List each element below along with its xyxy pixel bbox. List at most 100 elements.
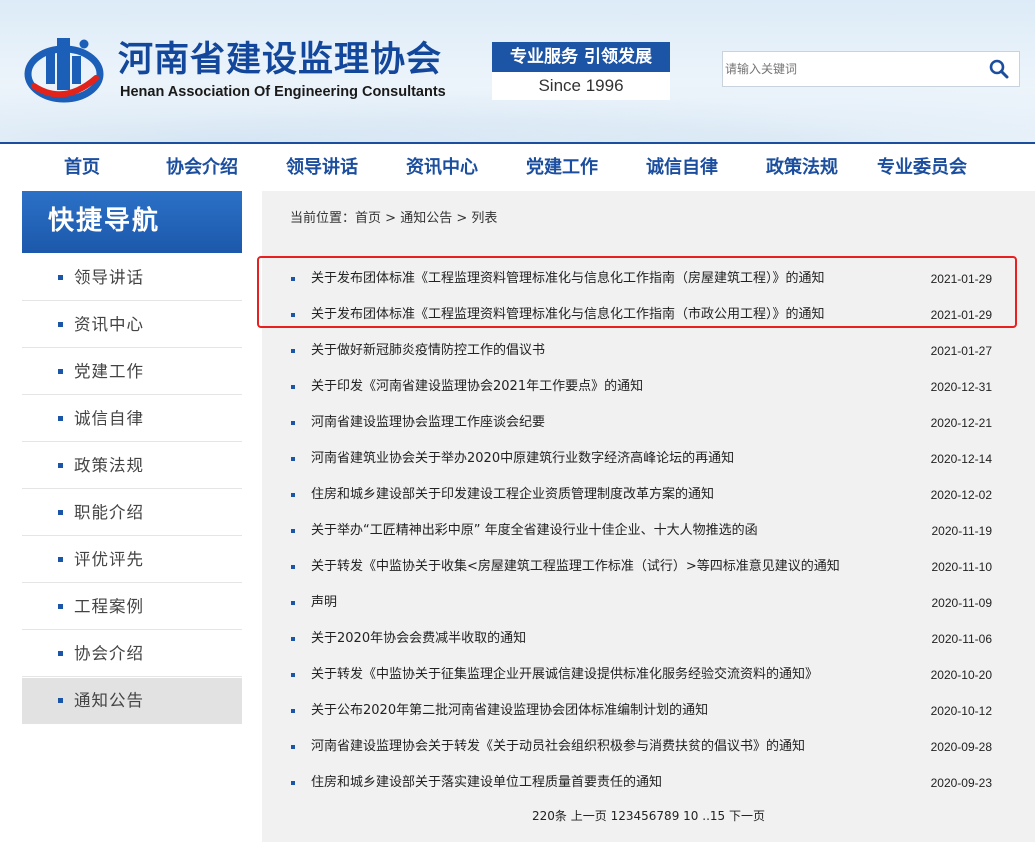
pagination-next[interactable]: 下一页	[729, 809, 765, 823]
list-item[interactable]: 住房和城乡建设部关于落实建设单位工程质量首要责任的通知 2020-09-23	[262, 765, 1035, 801]
breadcrumb-current: 列表	[471, 211, 498, 226]
pagination-page-10[interactable]: 10	[683, 809, 698, 823]
bullet-icon	[58, 322, 63, 327]
breadcrumb-separator: >	[381, 211, 401, 226]
sidebar-item-label: 政策法规	[74, 456, 144, 475]
nav-home[interactable]: 首页	[22, 144, 142, 190]
sidebar-item-label: 诚信自律	[74, 409, 144, 428]
content-panel: 当前位置：首页 > 通知公告 > 列表 关于发布团体标准《工程监理资料管理标准化…	[262, 191, 1035, 842]
list-item[interactable]: 关于印发《河南省建设监理协会2021年工作要点》的通知 2020-12-31	[262, 369, 1035, 405]
list-item[interactable]: 关于做好新冠肺炎疫情防控工作的倡议书 2021-01-27	[262, 333, 1035, 369]
pagination-last-page[interactable]: ..15	[702, 809, 725, 823]
list-item-date: 2020-12-02	[930, 488, 992, 502]
list-item[interactable]: 关于发布团体标准《工程监理资料管理标准化与信息化工作指南（市政公用工程）》的通知…	[262, 297, 1035, 333]
nav-party-work[interactable]: 党建工作	[502, 144, 622, 190]
pagination-page-9[interactable]: 9	[672, 809, 680, 823]
sidebar-item-party-work[interactable]: 党建工作	[22, 349, 242, 395]
since-text: Since 1996	[492, 72, 670, 100]
slogan-text: 专业服务 引领发展	[492, 42, 670, 72]
nav-news-center[interactable]: 资讯中心	[382, 144, 502, 190]
quick-nav-sidebar: 快捷导航 领导讲话 资讯中心 党建工作 诚信自律 政策法规 职能介绍 评优评先 …	[22, 191, 242, 724]
list-item-title[interactable]: 关于发布团体标准《工程监理资料管理标准化与信息化工作指南（房屋建筑工程）》的通知	[311, 261, 825, 297]
sidebar-item-news-center[interactable]: 资讯中心	[22, 302, 242, 348]
pagination-page-8[interactable]: 8	[664, 809, 672, 823]
nav-leader-speech[interactable]: 领导讲话	[262, 144, 382, 190]
list-item-title[interactable]: 关于发布团体标准《工程监理资料管理标准化与信息化工作指南（市政公用工程）》的通知	[311, 297, 825, 333]
list-item[interactable]: 关于转发《中监协关于收集<房屋建筑工程监理工作标准（试行）>等四标准意见建议的通…	[262, 549, 1035, 585]
list-item-date: 2020-11-10	[931, 560, 993, 574]
list-item[interactable]: 河南省建设监理协会监理工作座谈会纪要 2020-12-21	[262, 405, 1035, 441]
list-item-title[interactable]: 河南省建筑业协会关于举办2020中原建筑行业数字经济高峰论坛的再通知	[311, 441, 734, 477]
sidebar-item-functions[interactable]: 职能介绍	[22, 490, 242, 536]
list-item[interactable]: 关于2020年协会会费减半收取的通知 2020-11-06	[262, 621, 1035, 657]
list-item-title[interactable]: 住房和城乡建设部关于落实建设单位工程质量首要责任的通知	[311, 765, 662, 801]
bullet-icon	[291, 601, 295, 605]
list-item[interactable]: 河南省建筑业协会关于举办2020中原建筑行业数字经济高峰论坛的再通知 2020-1…	[262, 441, 1035, 477]
bullet-icon	[58, 698, 63, 703]
breadcrumb-home[interactable]: 首页	[355, 211, 381, 226]
bullet-icon	[291, 349, 295, 353]
nav-integrity[interactable]: 诚信自律	[622, 144, 742, 190]
bullet-icon	[291, 673, 295, 677]
sidebar-item-policy[interactable]: 政策法规	[22, 443, 242, 489]
list-item-date: 2020-09-28	[930, 740, 992, 754]
list-item-title[interactable]: 关于转发《中监协关于征集监理企业开展诚信建设提供标准化服务经验交流资料的通知》	[311, 657, 818, 693]
list-item-title[interactable]: 关于印发《河南省建设监理协会2021年工作要点》的通知	[311, 369, 643, 405]
list-item-title[interactable]: 关于举办“工匠精神出彩中原” 年度全省建设行业十佳企业、十大人物推选的函	[311, 513, 758, 549]
pagination-page-2[interactable]: 2	[618, 809, 626, 823]
bullet-icon	[291, 565, 295, 569]
nav-policy[interactable]: 政策法规	[742, 144, 862, 190]
site-title[interactable]: 河南省建设监理协会	[118, 38, 442, 82]
list-item-title[interactable]: 关于转发《中监协关于收集<房屋建筑工程监理工作标准（试行）>等四标准意见建议的通…	[311, 549, 840, 585]
list-item-date: 2020-12-31	[930, 380, 992, 394]
list-item-title[interactable]: 关于公布2020年第二批河南省建设监理协会团体标准编制计划的通知	[311, 693, 708, 729]
list-item-title[interactable]: 关于2020年协会会费减半收取的通知	[311, 621, 526, 657]
list-item-title[interactable]: 河南省建设监理协会关于转发《关于动员社会组织积极参与消费扶贫的倡议书》的通知	[311, 729, 805, 765]
sidebar-item-label: 工程案例	[74, 597, 144, 616]
list-item-title[interactable]: 河南省建设监理协会监理工作座谈会纪要	[311, 405, 545, 441]
bullet-icon	[291, 745, 295, 749]
bullet-icon	[291, 709, 295, 713]
list-item-title[interactable]: 住房和城乡建设部关于印发建设工程企业资质管理制度改革方案的通知	[311, 477, 714, 513]
site-header: 河南省建设监理协会 Henan Association Of Engineeri…	[0, 0, 1035, 142]
list-item[interactable]: 关于公布2020年第二批河南省建设监理协会团体标准编制计划的通知 2020-10-…	[262, 693, 1035, 729]
sidebar-item-label: 资讯中心	[74, 315, 144, 334]
association-logo[interactable]	[24, 34, 104, 104]
bullet-icon	[58, 510, 63, 515]
sidebar-item-label: 职能介绍	[74, 503, 144, 522]
bullet-icon	[291, 277, 295, 281]
bullet-icon	[291, 529, 295, 533]
sidebar-item-cases[interactable]: 工程案例	[22, 584, 242, 630]
list-item[interactable]: 河南省建设监理协会关于转发《关于动员社会组织积极参与消费扶贫的倡议书》的通知 20…	[262, 729, 1035, 765]
sidebar-item-about[interactable]: 协会介绍	[22, 631, 242, 677]
sidebar-item-label: 评优评先	[74, 550, 144, 569]
pagination-page-7[interactable]: 7	[656, 809, 664, 823]
sidebar-item-integrity[interactable]: 诚信自律	[22, 396, 242, 442]
pagination-prev[interactable]: 上一页	[571, 809, 607, 823]
list-item[interactable]: 关于发布团体标准《工程监理资料管理标准化与信息化工作指南（房屋建筑工程）》的通知…	[262, 261, 1035, 297]
list-item-date: 2020-11-19	[931, 524, 993, 538]
bullet-icon	[58, 604, 63, 609]
pagination: 220条 上一页 123456789 10 ..15 下一页	[262, 807, 1035, 824]
list-item[interactable]: 住房和城乡建设部关于印发建设工程企业资质管理制度改革方案的通知 2020-12-0…	[262, 477, 1035, 513]
bullet-icon	[291, 313, 295, 317]
search-input[interactable]	[723, 52, 978, 86]
list-item[interactable]: 声明 2020-11-09	[262, 585, 1035, 621]
bullet-icon	[291, 385, 295, 389]
pagination-total: 220条	[531, 809, 567, 823]
pagination-page-4[interactable]: 4	[633, 809, 641, 823]
list-item[interactable]: 关于转发《中监协关于征集监理企业开展诚信建设提供标准化服务经验交流资料的通知》 2…	[262, 657, 1035, 693]
sidebar-item-leader-speech[interactable]: 领导讲话	[22, 255, 242, 301]
list-item-title[interactable]: 声明	[311, 585, 337, 621]
sidebar-item-notices[interactable]: 通知公告	[22, 678, 242, 724]
search-button[interactable]	[979, 52, 1019, 86]
bullet-icon	[291, 781, 295, 785]
nav-about[interactable]: 协会介绍	[142, 144, 262, 190]
list-item-title[interactable]: 关于做好新冠肺炎疫情防控工作的倡议书	[311, 333, 545, 369]
main-nav: 首页 协会介绍 领导讲话 资讯中心 党建工作 诚信自律 政策法规 专业委员会	[0, 142, 1035, 190]
sidebar-item-awards[interactable]: 评优评先	[22, 537, 242, 583]
breadcrumb-notices[interactable]: 通知公告	[400, 211, 452, 226]
list-item[interactable]: 关于举办“工匠精神出彩中原” 年度全省建设行业十佳企业、十大人物推选的函 2020…	[262, 513, 1035, 549]
pagination-page-5[interactable]: 5	[641, 809, 649, 823]
nav-committees[interactable]: 专业委员会	[862, 144, 982, 190]
